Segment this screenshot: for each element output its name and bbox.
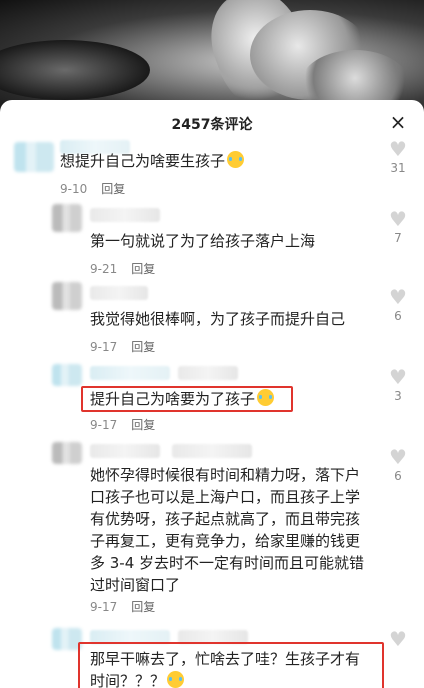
- comment-meta: 9-17 回复: [90, 598, 155, 615]
- username-blurred[interactable]: [90, 444, 160, 458]
- like-count: 31: [390, 161, 406, 175]
- avatar[interactable]: [52, 282, 82, 310]
- reply-button[interactable]: 回复: [131, 340, 155, 354]
- avatar[interactable]: [52, 442, 82, 464]
- video-dark-shape: [0, 40, 150, 100]
- video-background: [0, 0, 424, 112]
- comment-meta: 9-21 回复: [90, 260, 155, 277]
- comment-meta: 9-17 回复: [90, 338, 155, 355]
- heart-icon: ♥: [389, 137, 407, 161]
- like-button[interactable]: ♥ 31: [384, 138, 412, 176]
- heart-icon: ♥: [389, 285, 407, 309]
- comment-line: 子再复工，更有竞争力，给家里赚的钱更: [90, 532, 361, 550]
- like-button[interactable]: ♥: [384, 628, 412, 650]
- comment-text: 第一句就说了为了给孩子落户上海: [90, 232, 316, 250]
- reply-to-username-blurred[interactable]: [178, 366, 238, 380]
- comments-count-title: 2457条评论: [171, 117, 253, 133]
- reply-button[interactable]: 回复: [101, 182, 125, 196]
- like-button[interactable]: ♥ 6: [384, 286, 412, 324]
- username-blurred[interactable]: [90, 286, 148, 300]
- comment-line: 她怀孕得时候很有时间和精力呀，落下户: [90, 466, 361, 484]
- like-count: 6: [394, 469, 402, 483]
- reply-button[interactable]: 回复: [131, 600, 155, 614]
- comment-date: 9-21: [90, 262, 118, 276]
- comment-line: 口孩子也可以是上海户口，而且孩子上学: [90, 488, 361, 506]
- comment-text: 我觉得她很棒啊，为了孩子而提升自己: [90, 310, 346, 328]
- comments-header: 2457条评论 ×: [0, 100, 424, 144]
- comment-date: 9-17: [90, 418, 118, 432]
- avatar[interactable]: [14, 142, 54, 172]
- comment-text: 想提升自己为啥要生孩子: [60, 150, 245, 172]
- red-highlight-box: [78, 642, 384, 688]
- username-blurred[interactable]: [90, 366, 170, 380]
- comment-line: 过时间窗口了: [90, 576, 181, 594]
- comment-meta: 9-17 回复: [90, 416, 155, 433]
- comment-date: 9-17: [90, 340, 118, 354]
- avatar[interactable]: [52, 204, 82, 232]
- heart-icon: ♥: [389, 365, 407, 389]
- like-button[interactable]: ♥ 3: [384, 366, 412, 404]
- reply-button[interactable]: 回复: [131, 418, 155, 432]
- comments-panel: 2457条评论 × 想提升自己为啥要生孩子 9-10 回复 ♥ 31 第一句就说了…: [0, 100, 424, 688]
- heart-icon: ♥: [389, 445, 407, 469]
- heart-icon: ♥: [389, 207, 407, 231]
- like-button[interactable]: ♥ 6: [384, 446, 412, 484]
- comment-date: 9-10: [60, 182, 88, 196]
- like-count: 6: [394, 309, 402, 323]
- tear-laugh-emoji-icon: [227, 151, 245, 168]
- like-button[interactable]: ♥ 7: [384, 208, 412, 246]
- close-icon[interactable]: ×: [386, 110, 410, 134]
- like-count: 7: [394, 231, 402, 245]
- avatar[interactable]: [52, 364, 82, 386]
- comment-line: 有优势呀，孩子起点就高了，而且带完孩: [90, 510, 361, 528]
- comment-date: 9-17: [90, 600, 118, 614]
- red-highlight-box: [81, 386, 293, 412]
- comment-line: 多 3-4 岁去时不一定有时间而且可能就错: [90, 554, 365, 572]
- comment-text-content: 想提升自己为啥要生孩子: [60, 152, 226, 170]
- heart-icon: ♥: [389, 627, 407, 651]
- like-count: 3: [394, 389, 402, 403]
- username-blurred[interactable]: [90, 208, 160, 222]
- comment-text: 她怀孕得时候很有时间和精力呀，落下户 口孩子也可以是上海户口，而且孩子上学 有优…: [90, 464, 364, 596]
- reply-button[interactable]: 回复: [131, 262, 155, 276]
- comment-meta: 9-10 回复: [60, 180, 125, 197]
- reply-to-username-blurred[interactable]: [172, 444, 252, 458]
